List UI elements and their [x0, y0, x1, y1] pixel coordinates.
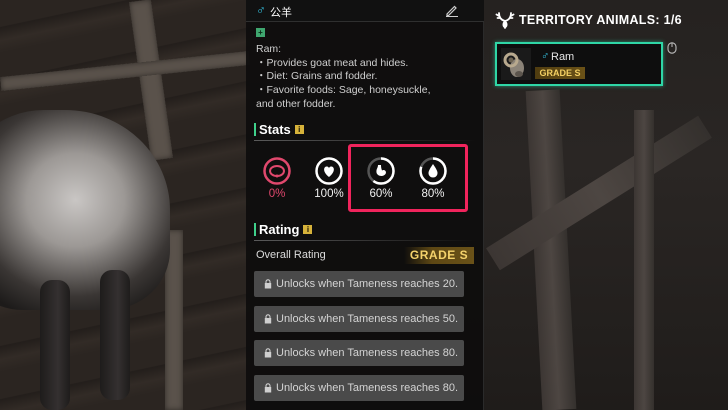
info-icon[interactable]: i	[294, 125, 304, 134]
overall-grade-badge: GRADE S	[404, 247, 474, 264]
overall-rating-label: Overall Rating	[256, 249, 326, 261]
wood-post	[486, 115, 712, 271]
goat-leg	[100, 270, 130, 400]
wood-post	[634, 110, 654, 410]
locked-rating-row: Unlocks when Tameness reaches 20.	[254, 271, 464, 297]
collar-icon	[263, 157, 291, 185]
description-line: ・Provides goat meat and hides.	[256, 56, 409, 69]
rating-heading-label: Rating	[259, 222, 300, 237]
stats-heading: Stats i	[254, 122, 304, 137]
male-gender-icon: ♂	[256, 2, 266, 17]
animal-title-bar: ♂ 公羊	[246, 0, 484, 22]
highlight-box	[348, 144, 468, 212]
lock-icon	[264, 314, 272, 324]
tameness-value: 0%	[268, 188, 286, 200]
territory-header: TERRITORY ANIMALS: 1/6	[495, 10, 682, 30]
locked-rating-text: Unlocks when Tameness reaches 20.	[276, 278, 459, 290]
description-line: Ram:	[256, 43, 282, 55]
locked-rating-row: Unlocks when Tameness reaches 80.	[254, 375, 464, 401]
heading-accent-bar	[254, 123, 256, 136]
health-value: 100%	[314, 188, 344, 200]
animal-name-label: 公羊	[270, 7, 292, 19]
divider	[254, 140, 476, 141]
wood-post	[525, 89, 577, 410]
lock-icon	[264, 279, 272, 289]
locked-rating-text: Unlocks when Tameness reaches 80.	[276, 382, 459, 394]
lock-icon	[264, 383, 272, 393]
description-line: ・Diet: Grains and fodder.	[256, 70, 378, 83]
locked-rating-text: Unlocks when Tameness reaches 50.	[276, 313, 459, 325]
divider	[254, 240, 476, 241]
mouse-icon	[667, 42, 677, 54]
pencil-icon[interactable]	[445, 3, 459, 17]
territory-animal-card[interactable]: ♂ Ram GRADE S	[495, 42, 663, 86]
goat-leg	[40, 280, 70, 410]
lock-icon	[264, 348, 272, 358]
rating-heading: Rating i	[254, 222, 313, 237]
stats-heading-label: Stats	[259, 122, 291, 137]
locked-rating-text: Unlocks when Tameness reaches 80.	[276, 347, 459, 359]
health-stat[interactable]: 100%	[309, 156, 349, 200]
description-line: ・Favorite foods: Sage, honeysuckle,	[256, 84, 431, 97]
locked-rating-row: Unlocks when Tameness reaches 80.	[254, 340, 464, 366]
card-animal-name: Ram	[551, 51, 575, 63]
animal-description: Ram: ・Provides goat meat and hides. ・Die…	[256, 43, 476, 112]
ram-portrait-icon	[501, 48, 531, 80]
locked-rating-row: Unlocks when Tameness reaches 50.	[254, 306, 464, 332]
heart-icon	[315, 157, 343, 185]
antler-icon	[495, 12, 515, 29]
territory-title: TERRITORY ANIMALS: 1/6	[519, 13, 682, 27]
info-icon[interactable]: i	[303, 225, 313, 234]
tame-plus-icon: +	[256, 28, 265, 37]
male-gender-icon: ♂	[541, 50, 550, 62]
card-grade-badge: GRADE S	[535, 67, 585, 79]
description-line: and other fodder.	[256, 97, 336, 110]
tameness-stat[interactable]: 0%	[257, 156, 297, 200]
heading-accent-bar	[254, 223, 256, 236]
